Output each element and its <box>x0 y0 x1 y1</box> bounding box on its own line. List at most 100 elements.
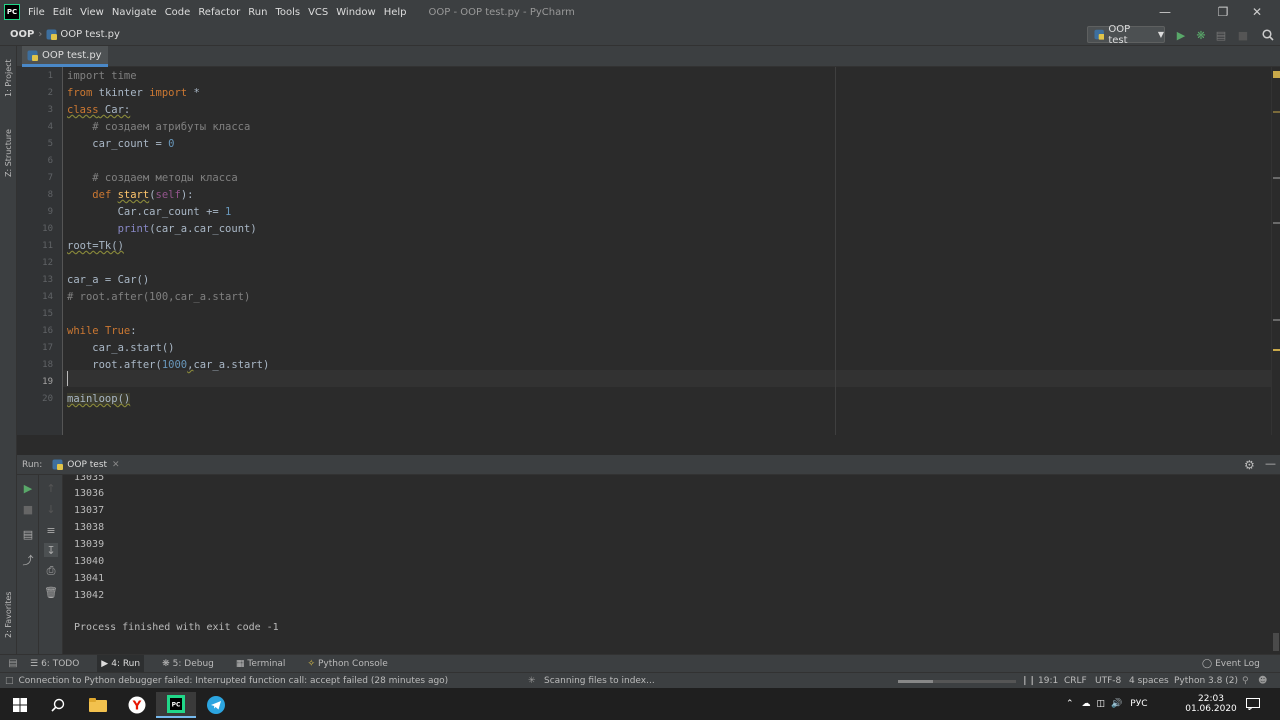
pin-tab-button[interactable]: ⤴ <box>21 553 35 567</box>
code-line-11[interactable]: root=Tk() <box>67 238 124 255</box>
clear-all-button[interactable]: 🗑 <box>44 585 58 599</box>
print-button[interactable]: ⎙ <box>44 564 58 578</box>
rerun-button[interactable]: ▶ <box>21 481 35 495</box>
run-tab-oop-test[interactable]: OOP test ✕ <box>52 459 120 470</box>
status-toggle-icon[interactable]: □ <box>5 676 14 686</box>
code-line-13[interactable]: car_a = Car() <box>67 272 149 289</box>
soft-wrap-button[interactable]: ≡ <box>44 523 58 537</box>
code-line-14[interactable]: # root.after(100,car_a.start) <box>67 289 250 306</box>
project-tool-tab[interactable]: 1: Project <box>1 52 16 104</box>
menu-window[interactable]: Window <box>336 7 375 18</box>
file-explorer-button[interactable] <box>78 692 118 718</box>
structure-tool-tab[interactable]: Z: Structure <box>1 122 16 184</box>
coverage-button[interactable]: ▤ <box>1214 28 1228 42</box>
menu-edit[interactable]: Edit <box>53 7 72 18</box>
debug-button[interactable]: ❋ <box>1194 28 1208 42</box>
run-button[interactable]: ▶ <box>1174 28 1188 42</box>
close-tab-icon[interactable]: ✕ <box>112 460 120 470</box>
code-line-17[interactable]: car_a.start() <box>67 340 174 357</box>
code-line-7[interactable]: # создаем методы класса <box>67 170 237 187</box>
network-icon[interactable]: ◫ <box>1097 699 1106 709</box>
action-center-button[interactable] <box>1246 688 1260 720</box>
volume-icon[interactable]: 🔊 <box>1111 699 1122 709</box>
code-line-4[interactable]: # создаем атрибуты класса <box>67 119 250 136</box>
terminal-tool-button[interactable]: ▦ Terminal <box>232 655 290 673</box>
debug-tool-button[interactable]: ❋ 5: Debug <box>158 655 218 673</box>
console-scrollbar[interactable] <box>1271 475 1280 654</box>
lock-icon[interactable]: ⚲ <box>1242 676 1249 686</box>
menu-file[interactable]: File <box>28 7 45 18</box>
editor-scrollbar[interactable] <box>1271 67 1280 435</box>
menu-vcs[interactable]: VCS <box>308 7 328 18</box>
status-message[interactable]: Connection to Python debugger failed: In… <box>19 676 449 686</box>
python-interpreter[interactable]: Python 3.8 (2) <box>1174 676 1238 686</box>
indent-setting[interactable]: 4 spaces <box>1129 676 1169 686</box>
code-line-16[interactable]: while True: <box>67 323 137 340</box>
close-button[interactable]: ✕ <box>1234 0 1280 24</box>
caret-position[interactable]: 19:1 <box>1038 676 1058 686</box>
stop-button[interactable]: ■ <box>1236 28 1250 42</box>
process-exit-message: Process finished with exit code -1 <box>74 622 279 633</box>
play-icon: ▶ <box>1176 28 1186 42</box>
todo-tool-button[interactable]: ☰ 6: TODO <box>26 655 83 673</box>
warning-marker[interactable] <box>1273 319 1280 321</box>
code-line-10[interactable]: print(car_a.car_count) <box>67 221 257 238</box>
tool-windows-toggle-icon[interactable]: ▤ <box>0 658 26 669</box>
search-everywhere-button[interactable] <box>1261 28 1275 42</box>
code-line-8[interactable]: def start(self): <box>67 187 193 204</box>
menu-run[interactable]: Run <box>248 7 267 18</box>
indexing-status[interactable]: Scanning files to index... <box>544 676 655 686</box>
taskbar-search-button[interactable] <box>38 692 78 718</box>
show-hidden-icons-icon[interactable]: ⌃ <box>1066 699 1074 709</box>
run-console-output[interactable]: 13035 13036 13037 13038 13039 13040 1304… <box>63 475 1271 654</box>
warning-marker[interactable] <box>1273 111 1280 113</box>
start-button[interactable] <box>0 692 40 718</box>
settings-gear-icon[interactable]: ⚙ <box>1244 458 1255 472</box>
layout-button[interactable]: ▤ <box>21 527 35 541</box>
python-console-tool-button[interactable]: ✧ Python Console <box>303 655 391 673</box>
menu-navigate[interactable]: Navigate <box>112 7 157 18</box>
code-line-20[interactable]: mainloop() <box>67 391 131 408</box>
code-line-3[interactable]: class Car: <box>67 102 130 119</box>
scroll-up-button[interactable]: ↑ <box>44 481 58 495</box>
minimize-button[interactable]: — <box>1142 0 1188 24</box>
clock[interactable]: 22:03 01.06.2020 <box>1185 688 1237 720</box>
editor-tab-oop-test[interactable]: OOP test.py <box>22 46 108 67</box>
breadcrumb-separator-icon: › <box>38 29 43 40</box>
input-language[interactable]: РУС <box>1130 699 1147 709</box>
pycharm-taskbar-button[interactable]: PC <box>156 692 196 718</box>
scroll-down-button[interactable]: ↓ <box>44 502 58 516</box>
run-configuration-select[interactable]: OOP test ▼ <box>1087 24 1165 46</box>
inspector-icon[interactable]: ☻ <box>1258 676 1267 686</box>
menu-code[interactable]: Code <box>165 7 191 18</box>
menu-refactor[interactable]: Refactor <box>198 7 240 18</box>
scroll-to-end-button[interactable]: ↧ <box>44 543 58 557</box>
file-encoding[interactable]: UTF-8 <box>1095 676 1121 686</box>
favorites-tool-tab[interactable]: 2: Favorites <box>1 582 16 648</box>
yandex-browser-button[interactable]: Y <box>117 692 157 718</box>
line-separator[interactable]: CRLF <box>1064 676 1087 686</box>
code-line-5[interactable]: car_count = 0 <box>67 136 174 153</box>
run-tool-button[interactable]: ▶ 4: Run <box>97 654 145 673</box>
warning-marker[interactable] <box>1273 349 1280 351</box>
hide-panel-icon[interactable]: — <box>1265 457 1276 470</box>
code-line-1[interactable]: import time <box>67 68 137 85</box>
menu-tools[interactable]: Tools <box>275 7 300 18</box>
code-line-9[interactable]: Car.car_count += 1 <box>67 204 232 221</box>
warning-marker[interactable] <box>1273 222 1280 224</box>
code-line-18[interactable]: root.after(1000,car_a.start) <box>67 357 269 374</box>
console-scrollbar-thumb[interactable] <box>1273 633 1279 651</box>
event-log-tool-button[interactable]: ◯ Event Log <box>1198 655 1264 673</box>
stop-run-button[interactable]: ■ <box>21 502 35 516</box>
telegram-button[interactable] <box>196 692 236 718</box>
editor-run-split[interactable] <box>17 435 1280 455</box>
menu-help[interactable]: Help <box>384 7 407 18</box>
breadcrumb-file[interactable]: OOP test.py <box>46 29 120 40</box>
menu-view[interactable]: View <box>80 7 104 18</box>
warning-marker[interactable] <box>1273 177 1280 179</box>
code-line-2[interactable]: from tkinter import * <box>67 85 200 102</box>
warning-marker[interactable] <box>1273 71 1280 78</box>
cloud-icon[interactable]: ☁ <box>1082 699 1091 709</box>
pause-indexing-icon[interactable]: ❙❙ <box>1021 676 1036 686</box>
breadcrumb-project[interactable]: OOP <box>10 29 34 40</box>
